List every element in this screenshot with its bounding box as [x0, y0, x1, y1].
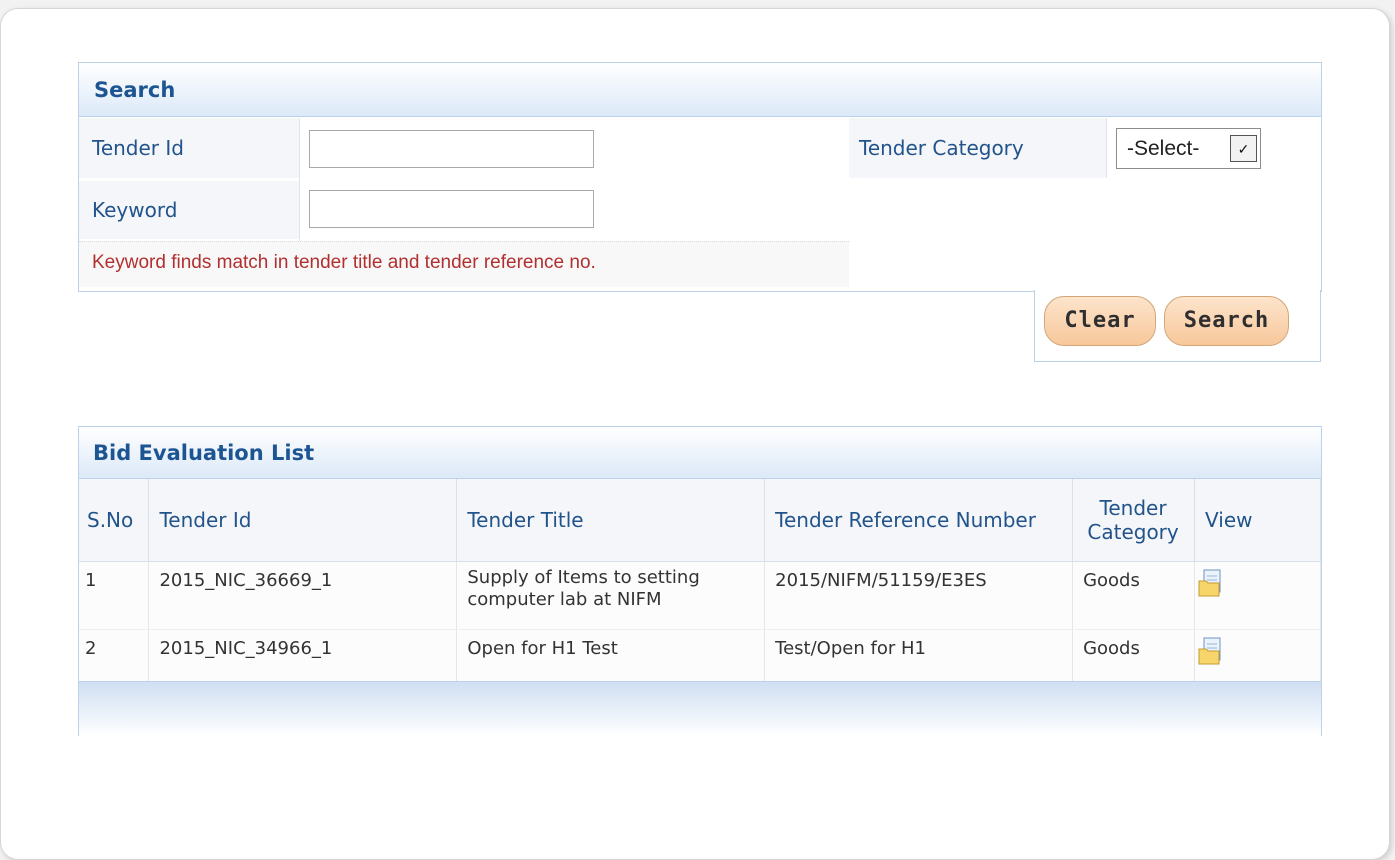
- cell-view: [1194, 629, 1321, 681]
- col-header-reference: Tender Reference Number: [764, 479, 1074, 562]
- col-header-tender-title: Tender Title: [456, 479, 766, 562]
- view-document-icon[interactable]: [1195, 636, 1225, 666]
- col-header-sno: S.No: [79, 479, 150, 562]
- cell-sno: 2: [79, 629, 150, 681]
- tender-id-input[interactable]: [309, 130, 594, 168]
- tender-id-label: Tender Id: [79, 118, 299, 178]
- tender-category-label: Tender Category: [849, 118, 1106, 178]
- table-header-row: S.No Tender Id Tender Title Tender Refer…: [79, 479, 1321, 562]
- cell-reference: Test/Open for H1: [764, 629, 1074, 681]
- bid-evaluation-panel: Bid Evaluation List S.No Tender Id Tende…: [78, 426, 1322, 736]
- table-row: 2 2015_NIC_34966_1 Open for H1 Test Test…: [79, 629, 1321, 681]
- col-header-category: Tender Category: [1072, 479, 1196, 562]
- category-divider: [1106, 118, 1107, 178]
- bid-evaluation-title: Bid Evaluation List: [79, 427, 1321, 479]
- table-row: 1 2015_NIC_36669_1 Supply of Items to se…: [79, 561, 1321, 630]
- keyword-label: Keyword: [79, 181, 299, 239]
- cell-reference: 2015/NIFM/51159/E3ES: [764, 561, 1074, 630]
- tender-category-select[interactable]: -Select- ✓: [1116, 128, 1261, 169]
- search-panel: Search Tender Id Keyword Tender Category…: [78, 62, 1322, 292]
- bid-evaluation-table: S.No Tender Id Tender Title Tender Refer…: [79, 479, 1321, 681]
- view-document-icon[interactable]: [1195, 568, 1225, 598]
- clear-button[interactable]: Clear: [1044, 296, 1156, 346]
- chevron-down-icon[interactable]: ✓: [1230, 135, 1257, 162]
- col-header-view: View: [1194, 479, 1321, 562]
- keyword-input[interactable]: [309, 190, 594, 228]
- keyword-hint: Keyword finds match in tender title and …: [79, 241, 849, 287]
- label-divider: [299, 118, 300, 241]
- search-panel-title: Search: [79, 63, 1321, 117]
- cell-tender-title: Open for H1 Test: [456, 629, 766, 681]
- col-header-tender-id: Tender Id: [148, 479, 458, 562]
- table-footer: [79, 681, 1321, 736]
- tender-category-selected: -Select-: [1127, 137, 1200, 160]
- cell-category: Goods: [1072, 561, 1196, 630]
- cell-view: [1194, 561, 1321, 630]
- cell-category: Goods: [1072, 629, 1196, 681]
- cell-tender-title: Supply of Items to setting computer lab …: [456, 561, 766, 630]
- cell-tender-id: 2015_NIC_36669_1: [148, 561, 458, 630]
- search-button[interactable]: Search: [1164, 296, 1289, 346]
- search-actions: Clear Search: [1034, 290, 1321, 362]
- cell-sno: 1: [79, 561, 150, 630]
- cell-tender-id: 2015_NIC_34966_1: [148, 629, 458, 681]
